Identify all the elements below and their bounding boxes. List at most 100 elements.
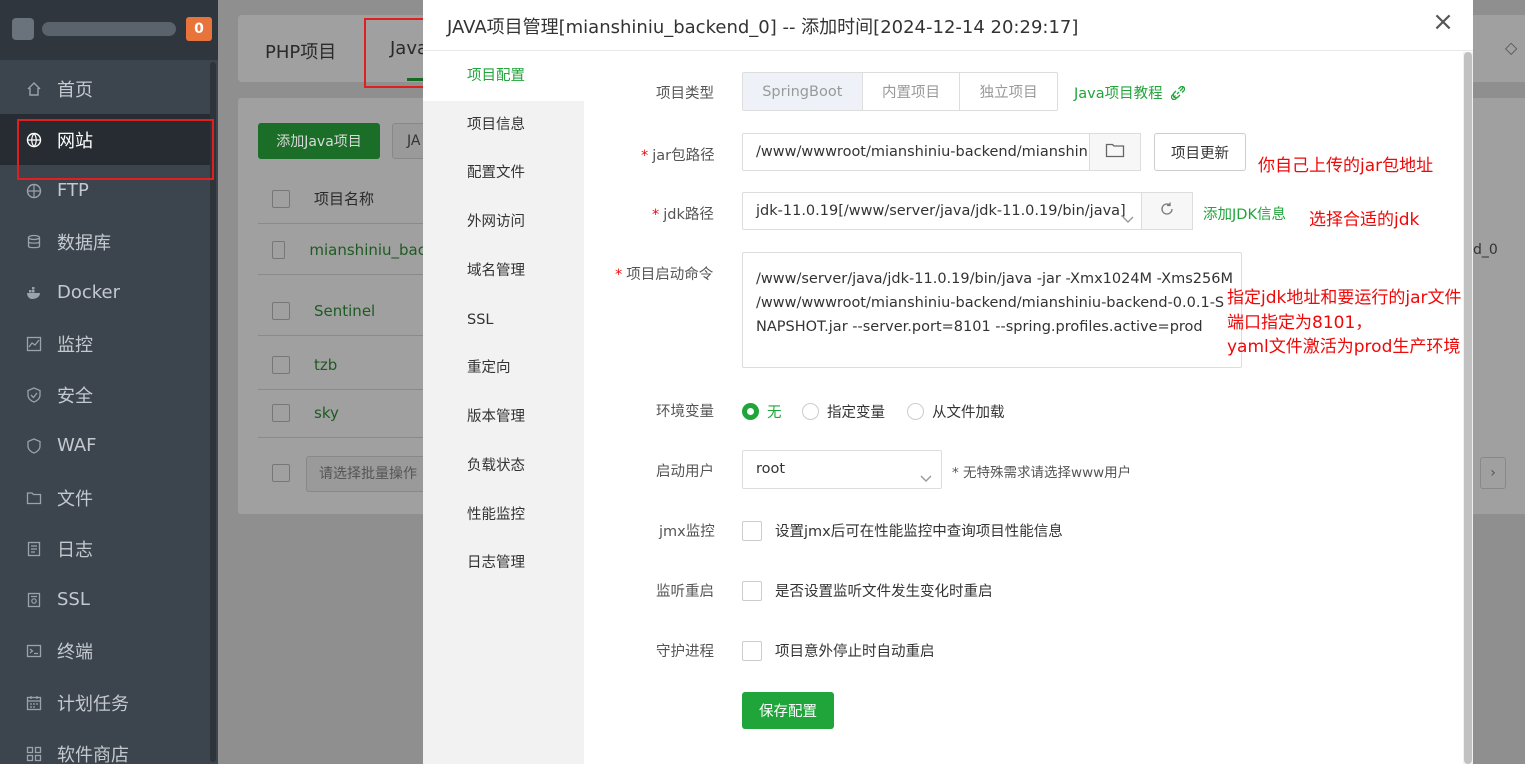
table-row[interactable]: Sentinel	[258, 286, 426, 336]
table-row[interactable]: tzb	[258, 340, 426, 390]
sidebar-item-monitor[interactable]: 监控	[0, 318, 210, 369]
refresh-jdk-button[interactable]	[1141, 192, 1193, 230]
tab-redirect[interactable]: 重定向	[423, 344, 584, 393]
sidebar-item-terminal[interactable]: 终端	[0, 625, 210, 676]
daemon-checkbox[interactable]: 项目意外停止时自动重启	[742, 640, 935, 661]
sidebar-item-label: FTP	[57, 180, 89, 201]
project-update-button[interactable]: 项目更新	[1154, 133, 1246, 171]
add-java-project-button[interactable]: 添加Java项目	[258, 123, 380, 159]
env-specify-label: 指定变量	[827, 405, 885, 421]
tab-load-status[interactable]: 负载状态	[423, 442, 584, 491]
start-command-label-text: 项目启动命令	[626, 267, 714, 283]
log-icon	[25, 540, 43, 558]
env-var-label: 环境变量	[656, 404, 714, 420]
sidebar-item-files[interactable]: 文件	[0, 472, 210, 523]
sidebar-item-label: 终端	[57, 641, 93, 663]
project-name-link[interactable]: sky	[314, 404, 339, 422]
env-file-radio[interactable]: 从文件加载	[907, 401, 1005, 422]
table-row[interactable]: sky	[258, 388, 426, 438]
sidebar-item-waf[interactable]: WAF	[0, 420, 210, 471]
tab-performance-monitor[interactable]: 性能监控	[423, 491, 584, 540]
jar-path-label: * jar包路径	[641, 148, 715, 164]
sidebar: 0 首页 网站 FTP 数据库 Docker 监控 安全 WAF 文件 日志 S…	[0, 0, 218, 764]
run-user-select[interactable]: root	[742, 450, 942, 489]
column-project-name: 项目名称	[314, 190, 375, 208]
daemon-text: 项目意外停止时自动重启	[775, 644, 935, 660]
sidebar-item-docker[interactable]: Docker	[0, 267, 210, 318]
tab-config-file[interactable]: 配置文件	[423, 149, 584, 198]
terminal-icon	[25, 642, 43, 660]
start-command-label: * 项目启动命令	[615, 267, 714, 283]
annotation-jar: 你自己上传的jar包地址	[1258, 156, 1434, 176]
tab-version-management[interactable]: 版本管理	[423, 393, 584, 442]
tab-project-info[interactable]: 项目信息	[423, 101, 584, 150]
jdk-path-select[interactable]: jdk-11.0.19[/www/server/java/jdk-11.0.19…	[742, 192, 1142, 230]
modal-scrollbar[interactable]	[1463, 52, 1473, 764]
sidebar-item-security[interactable]: 安全	[0, 369, 210, 420]
jmx-label: jmx监控	[659, 524, 715, 540]
link-icon	[1167, 83, 1186, 102]
daemon-label: 守护进程	[656, 644, 714, 660]
sidebar-item-app-store[interactable]: 软件商店	[0, 728, 210, 764]
sidebar-item-label: Docker	[57, 282, 121, 303]
diamond-icon[interactable]: ◇	[1505, 38, 1517, 57]
chevron-down-icon	[1121, 204, 1135, 229]
tab-ssl[interactable]: SSL	[423, 296, 584, 345]
java-tutorial-label: Java项目教程	[1074, 86, 1163, 102]
jmx-checkbox[interactable]: 设置jmx后可在性能监控中查询项目性能信息	[742, 520, 1063, 541]
project-type-builtin[interactable]: 内置项目	[863, 73, 961, 110]
pagination-next-chevron-icon[interactable]: ›	[1480, 457, 1506, 489]
annotation-cmd-line3: yaml文件激活为prod生产环境	[1227, 337, 1461, 357]
tab-php-project[interactable]: PHP项目	[265, 38, 336, 64]
server-name-blurred	[42, 22, 176, 36]
project-name-link[interactable]: tzb	[314, 356, 337, 374]
sidebar-item-home[interactable]: 首页	[0, 63, 210, 114]
project-type-springboot[interactable]: SpringBoot	[743, 73, 863, 110]
tab-domain-management[interactable]: 域名管理	[423, 247, 584, 296]
select-all-checkbox[interactable]	[272, 189, 290, 208]
tab-log-management[interactable]: 日志管理	[423, 539, 584, 588]
watch-restart-checkbox[interactable]: 是否设置监听文件发生变化时重启	[742, 580, 993, 601]
scrollbar-thumb[interactable]	[1464, 52, 1472, 764]
table-row[interactable]: mianshiniu_bac	[258, 225, 426, 275]
jar-path-input[interactable]: /www/wwwroot/mianshiniu-backend/mianshin…	[742, 133, 1090, 171]
env-file-label: 从文件加载	[932, 405, 1005, 421]
checkbox-box	[742, 520, 762, 541]
shield-icon	[25, 386, 43, 404]
row-checkbox[interactable]	[272, 301, 290, 320]
folder-picker-button[interactable]	[1089, 133, 1141, 171]
row-text-fragment: d_0	[1473, 242, 1498, 258]
close-icon[interactable]: ×	[1431, 8, 1455, 36]
sidebar-item-cron[interactable]: 计划任务	[0, 677, 210, 728]
sidebar-item-label: 日志	[57, 539, 93, 561]
start-command-textarea[interactable]: /www/server/java/jdk-11.0.19/bin/java -j…	[742, 252, 1242, 368]
project-name-link[interactable]: Sentinel	[314, 302, 375, 320]
row-checkbox[interactable]	[272, 355, 290, 374]
notification-badge[interactable]: 0	[186, 17, 212, 41]
annotation-highlight-website	[17, 119, 214, 180]
sidebar-header: 0	[0, 0, 218, 60]
row-checkbox[interactable]	[272, 240, 286, 259]
batch-select-checkbox[interactable]	[272, 464, 290, 482]
sidebar-item-ssl[interactable]: SSL	[0, 574, 210, 625]
save-config-button[interactable]: 保存配置	[742, 692, 834, 729]
project-name-link[interactable]: mianshiniu_bac	[309, 241, 426, 259]
env-none-radio[interactable]: 无	[742, 401, 782, 422]
batch-action-select[interactable]: 请选择批量操作	[306, 456, 426, 492]
chevron-down-icon	[919, 463, 933, 482]
env-specify-radio[interactable]: 指定变量	[802, 401, 885, 422]
add-jdk-link[interactable]: 添加JDK信息	[1203, 203, 1286, 224]
project-type-standalone[interactable]: 独立项目	[960, 73, 1057, 110]
java-tutorial-link[interactable]: Java项目教程	[1074, 82, 1186, 103]
refresh-icon	[1159, 201, 1175, 221]
sidebar-item-label: 文件	[57, 488, 93, 510]
sidebar-item-database[interactable]: 数据库	[0, 216, 210, 267]
radio-dot	[742, 403, 759, 420]
sidebar-item-logs[interactable]: 日志	[0, 523, 210, 574]
row-checkbox[interactable]	[272, 403, 290, 422]
tab-project-config[interactable]: 项目配置	[423, 52, 584, 101]
watch-restart-text: 是否设置监听文件发生变化时重启	[775, 584, 993, 600]
tab-external-access[interactable]: 外网访问	[423, 198, 584, 247]
jdk-path-value: jdk-11.0.19[/www/server/java/jdk-11.0.19…	[756, 203, 1126, 219]
annotation-cmd-line2: 端口指定为8101，	[1227, 313, 1373, 333]
